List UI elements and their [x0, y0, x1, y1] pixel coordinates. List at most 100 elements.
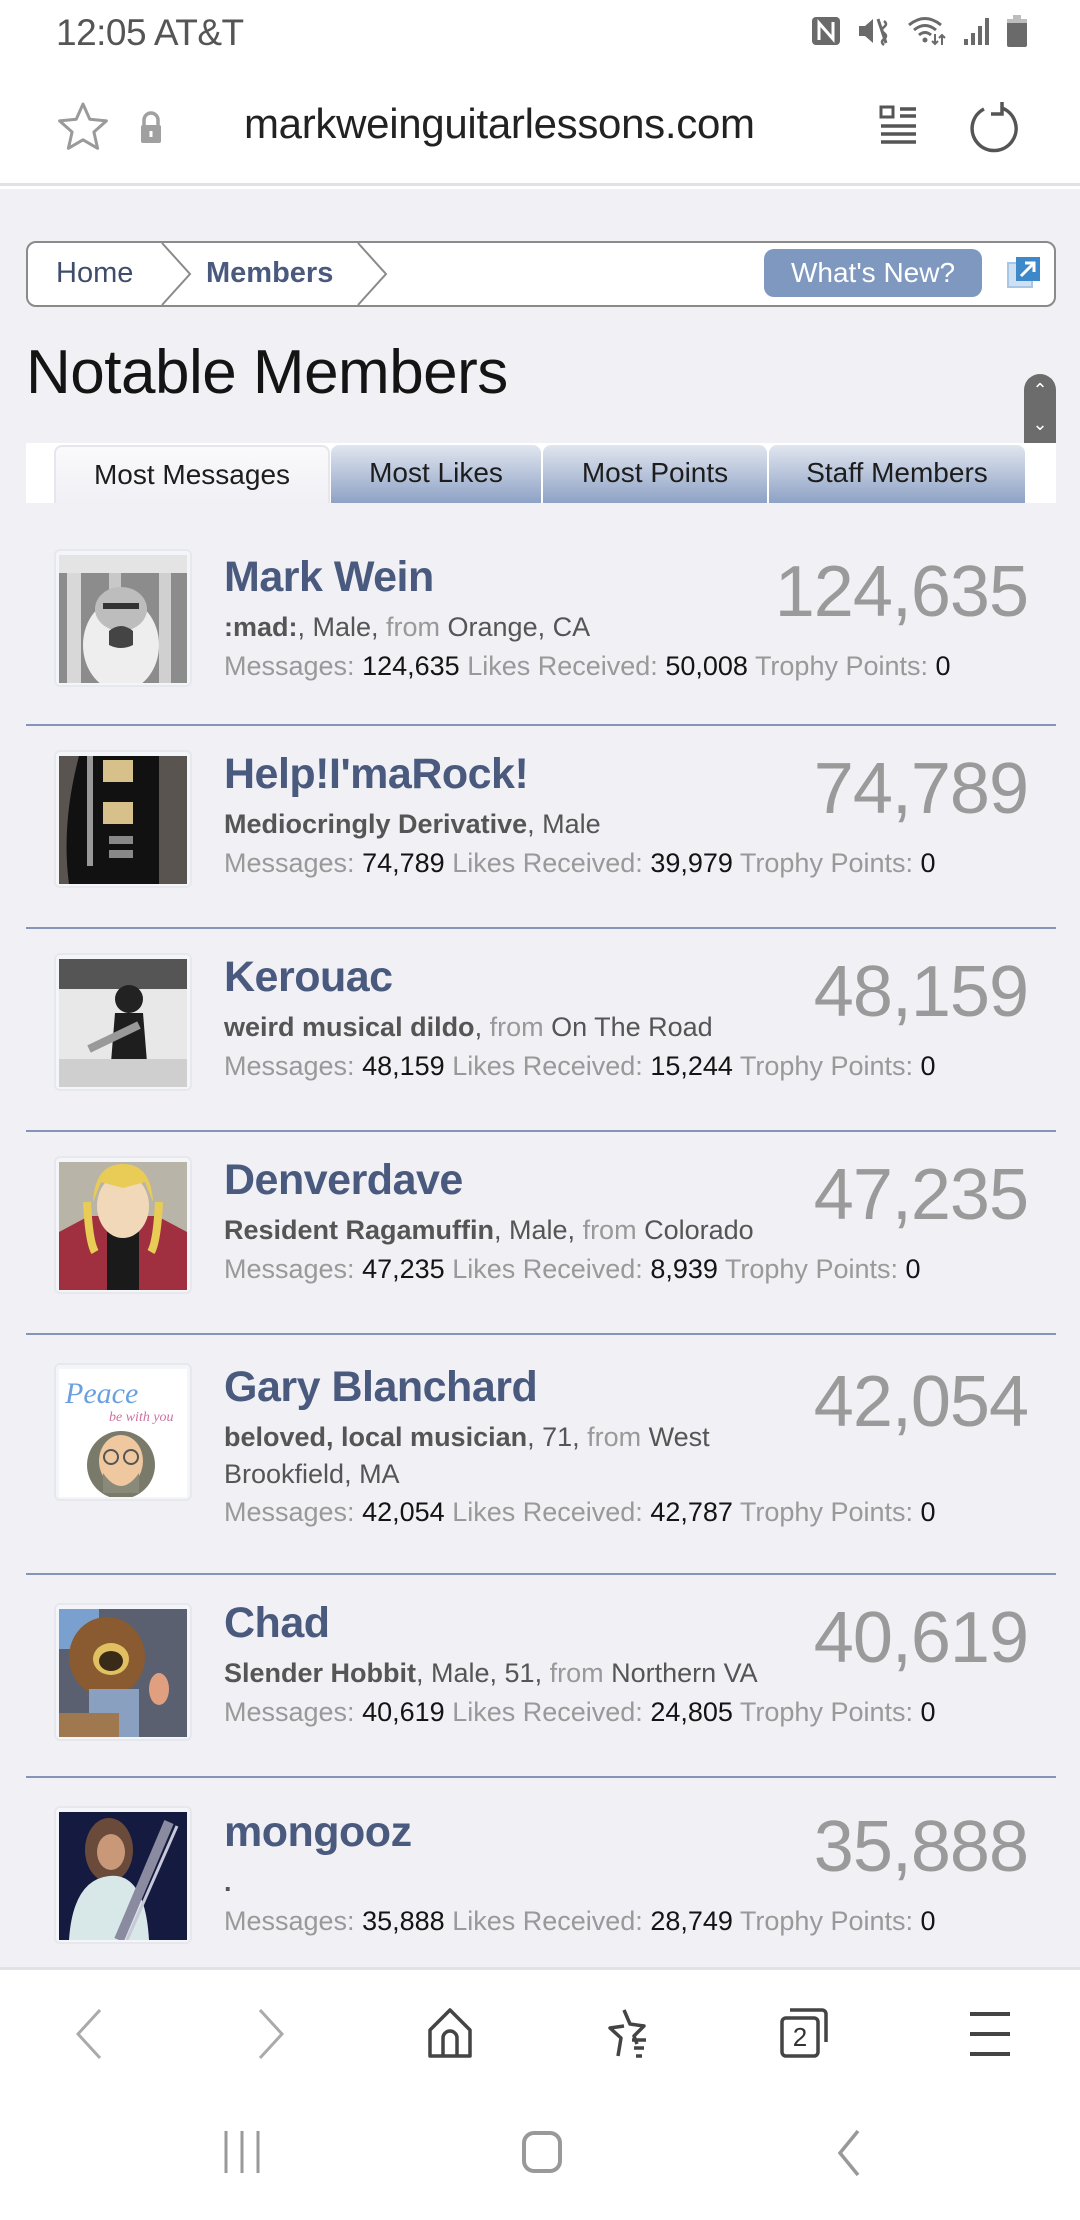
member-title: beloved, local musician	[224, 1422, 528, 1452]
messages-label: Messages:	[224, 1051, 355, 1081]
likes-label: Likes Received:	[452, 1497, 643, 1527]
member-item: Kerouac 48,159 weird musical dildo, from…	[26, 929, 1056, 1132]
member-title: :mad:	[224, 612, 298, 642]
member-stats: Messages: 42,054 Likes Received: 42,787 …	[224, 1497, 936, 1528]
status-bar: 12:05 AT&T	[0, 0, 1080, 66]
avatar[interactable]	[54, 1806, 192, 1944]
external-link-icon[interactable]	[1006, 255, 1042, 291]
messages-label: Messages:	[224, 1906, 355, 1936]
back-icon[interactable]	[70, 2006, 110, 2062]
member-name[interactable]: Mark Wein	[224, 553, 434, 602]
member-title: Resident Ragamuffin	[224, 1215, 495, 1245]
member-info: :mad:, Male, from Orange, CA	[224, 609, 784, 646]
member-count: 47,235	[813, 1155, 1029, 1235]
member-item: Mark Wein 124,635 :mad:, Male, from Oran…	[26, 527, 1056, 726]
member-info: beloved, local musician, 71, from West B…	[224, 1419, 764, 1493]
reader-mode-icon[interactable]	[878, 104, 920, 148]
avatar[interactable]	[54, 1156, 192, 1294]
member-from-label: from	[587, 1422, 642, 1452]
member-details: , Male,	[297, 612, 387, 642]
member-name[interactable]: Help!I'maRock!	[224, 750, 529, 799]
scroll-up-icon: ⌃	[1032, 380, 1048, 400]
member-name[interactable]: mongooz	[224, 1808, 412, 1857]
member-tabs: Most Messages Most Likes Most Points Sta…	[26, 443, 1056, 503]
member-name[interactable]: Kerouac	[224, 953, 393, 1002]
signal-icon	[964, 18, 989, 45]
likes-label: Likes Received:	[467, 651, 658, 681]
bookmarks-icon[interactable]	[600, 2006, 658, 2062]
messages-label: Messages:	[224, 1697, 355, 1727]
member-from-label: from	[582, 1215, 637, 1245]
tabs-button[interactable]: 2	[778, 2006, 838, 2062]
member-info: weird musical dildo, from On The Road	[224, 1009, 784, 1046]
vibrate-mute-icon	[859, 18, 888, 46]
battery-icon	[1007, 15, 1027, 47]
page-content: Home Members What's New? Notable Members…	[0, 189, 1080, 1967]
member-location: Colorado	[636, 1215, 754, 1245]
system-nav-bar	[0, 2097, 1080, 2220]
avatar-image	[59, 756, 187, 884]
whats-new-button[interactable]: What's New?	[764, 249, 982, 297]
member-location: On The Road	[543, 1012, 713, 1042]
trophy-value: 0	[920, 1051, 936, 1081]
menu-icon[interactable]	[966, 2006, 1014, 2062]
likes-value: 39,979	[650, 848, 733, 878]
recent-apps-icon[interactable]	[220, 2127, 264, 2177]
home-icon[interactable]	[424, 2006, 476, 2062]
messages-value: 124,635	[362, 651, 460, 681]
likes-value: 24,805	[650, 1697, 733, 1727]
trophy-value: 0	[920, 1497, 936, 1527]
back-nav-icon[interactable]	[828, 2127, 868, 2177]
avatar[interactable]: Peace be with you	[54, 1363, 192, 1501]
nfc-icon	[812, 17, 840, 45]
refresh-icon[interactable]	[966, 100, 1022, 156]
member-title: Mediocringly Derivative	[224, 809, 528, 839]
avatar-image: Peacebe with you	[59, 1369, 187, 1497]
breadcrumb-home[interactable]: Home	[56, 257, 133, 290]
member-stats: Messages: 74,789 Likes Received: 39,979 …	[224, 848, 936, 879]
avatar[interactable]	[54, 549, 192, 687]
avatar-image	[59, 1609, 187, 1737]
member-count: 35,888	[813, 1807, 1029, 1887]
avatar-image	[59, 1162, 187, 1290]
breadcrumb: Home Members What's New?	[26, 241, 1056, 307]
likes-value: 50,008	[665, 651, 748, 681]
trophy-value: 0	[920, 1906, 936, 1936]
home-nav-icon[interactable]	[520, 2127, 564, 2177]
avatar[interactable]	[54, 953, 192, 1091]
avatar[interactable]	[54, 750, 192, 888]
avatar-image	[59, 959, 187, 1087]
member-name[interactable]: Gary Blanchard	[224, 1363, 538, 1412]
page-title: Notable Members	[26, 338, 508, 407]
tab-most-messages[interactable]: Most Messages	[54, 445, 330, 503]
browser-toolbar: 2	[0, 1967, 1080, 2097]
status-time-carrier: 12:05 AT&T	[56, 12, 244, 53]
member-item: Peace be with you Gary Blanchard 42,054 b…	[26, 1335, 1056, 1575]
likes-label: Likes Received:	[452, 1254, 643, 1284]
member-item: Chad 40,619 Slender Hobbit, Male, 51, fr…	[26, 1575, 1056, 1778]
tab-most-likes[interactable]: Most Likes	[331, 445, 541, 503]
svg-text:Peace: Peace	[64, 1377, 138, 1410]
tab-staff-members[interactable]: Staff Members	[769, 445, 1025, 503]
member-details: , Male	[527, 809, 601, 839]
member-details: , 71,	[527, 1422, 588, 1452]
member-name[interactable]: Denverdave	[224, 1156, 463, 1205]
likes-label: Likes Received:	[452, 1906, 643, 1936]
url-text[interactable]: markweinguitarlessons.com	[244, 100, 755, 148]
tab-count: 2	[792, 2022, 808, 2052]
trophy-value: 0	[920, 1697, 936, 1727]
member-name[interactable]: Chad	[224, 1599, 330, 1648]
star-icon[interactable]	[56, 100, 110, 154]
tab-most-points[interactable]: Most Points	[543, 445, 767, 503]
member-details: , Male, 51,	[416, 1658, 550, 1688]
member-item: mongooz 35,888 . Messages: 35,888 Likes …	[26, 1778, 1056, 1967]
forward-icon[interactable]	[250, 2006, 290, 2062]
breadcrumb-members[interactable]: Members	[206, 257, 333, 290]
likes-label: Likes Received:	[452, 848, 643, 878]
member-title: weird musical dildo	[224, 1012, 475, 1042]
trophy-value: 0	[905, 1254, 921, 1284]
avatar[interactable]	[54, 1603, 192, 1741]
svg-text:be with you: be with you	[109, 1410, 174, 1425]
likes-label: Likes Received:	[452, 1051, 643, 1081]
trophy-label: Trophy Points:	[739, 1906, 913, 1936]
